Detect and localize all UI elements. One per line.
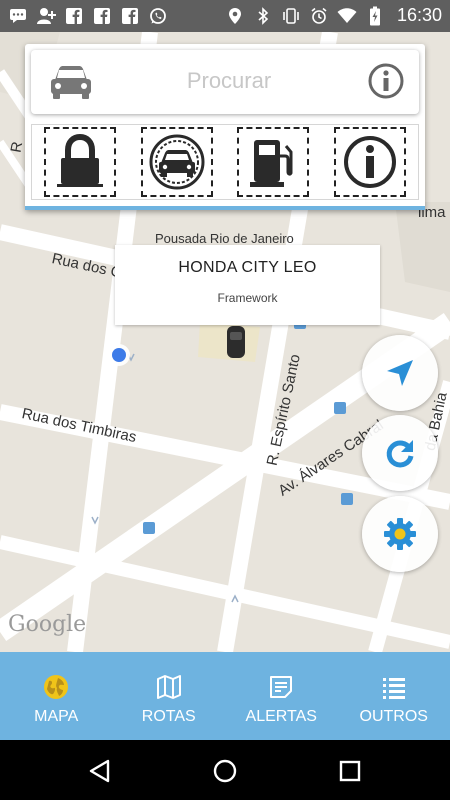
info-icon <box>343 136 396 188</box>
quick-actions <box>31 124 419 200</box>
back-icon[interactable] <box>87 758 113 784</box>
system-status-icons: 16:30 <box>225 5 442 26</box>
add-user-icon <box>36 6 56 26</box>
fuel-pump-icon <box>250 140 293 187</box>
status-bar: 16:30 <box>0 0 450 32</box>
chat-icon <box>8 6 28 26</box>
search-input[interactable]: Procurar <box>119 68 339 94</box>
home-icon[interactable] <box>212 758 238 784</box>
map-icon <box>156 675 181 699</box>
tab-label: ROTAS <box>141 708 196 725</box>
facebook-icon <box>92 6 112 26</box>
alarm-icon <box>309 6 329 26</box>
info-button[interactable] <box>333 127 406 197</box>
settings-gear-icon <box>384 518 416 550</box>
facebook-icon <box>64 6 84 26</box>
search-bar[interactable]: Procurar <box>31 50 419 114</box>
system-navigation-bar <box>0 740 450 800</box>
vehicle-name: HONDA CITY LEO <box>178 259 317 276</box>
tab-label: ALERTAS <box>245 708 317 725</box>
tab-mapa[interactable]: MAPA <box>0 652 113 740</box>
battery-icon <box>365 6 385 26</box>
tab-alertas[interactable]: ALERTAS <box>225 652 338 740</box>
tab-outros[interactable]: OUTROS <box>338 652 450 740</box>
facebook-icon <box>120 6 140 26</box>
vibrate-icon <box>281 6 301 26</box>
car-icon[interactable] <box>49 62 93 102</box>
vehicle-button[interactable] <box>140 127 213 197</box>
navigation-arrow-icon <box>387 360 413 386</box>
tab-label: OUTROS <box>359 708 428 725</box>
location-icon <box>225 6 245 26</box>
bottom-navigation: MAPA ROTAS ALERTAS OUTROS <box>0 652 450 740</box>
search-card: Procurar <box>25 44 425 210</box>
recents-icon[interactable] <box>337 758 363 784</box>
card-accent-line <box>25 206 425 210</box>
notification-icons <box>8 6 168 26</box>
lock-button[interactable] <box>44 127 117 197</box>
car-circle-icon <box>149 134 205 190</box>
bluetooth-icon <box>253 6 273 26</box>
map-label-pousada: Pousada Rio de Janeiro <box>155 231 294 246</box>
fuel-button[interactable] <box>237 127 310 197</box>
globe-icon <box>44 675 69 699</box>
wifi-icon <box>337 6 357 26</box>
whatsapp-icon <box>148 6 168 26</box>
vehicle-info-window[interactable]: HONDA CITY LEO Framework <box>115 245 380 325</box>
lock-icon <box>57 134 104 187</box>
google-logo: Google <box>8 612 87 637</box>
tab-label: MAPA <box>34 708 79 725</box>
info-icon[interactable] <box>367 62 405 100</box>
navigate-button[interactable] <box>362 335 438 411</box>
tab-rotas[interactable]: ROTAS <box>113 652 226 740</box>
refresh-button[interactable] <box>362 415 438 491</box>
alert-note-icon <box>270 676 293 698</box>
clock: 16:30 <box>396 5 442 25</box>
settings-button[interactable] <box>362 496 438 572</box>
list-icon <box>382 678 405 699</box>
vehicle-subtitle: Framework <box>217 291 278 305</box>
refresh-icon <box>386 440 414 468</box>
